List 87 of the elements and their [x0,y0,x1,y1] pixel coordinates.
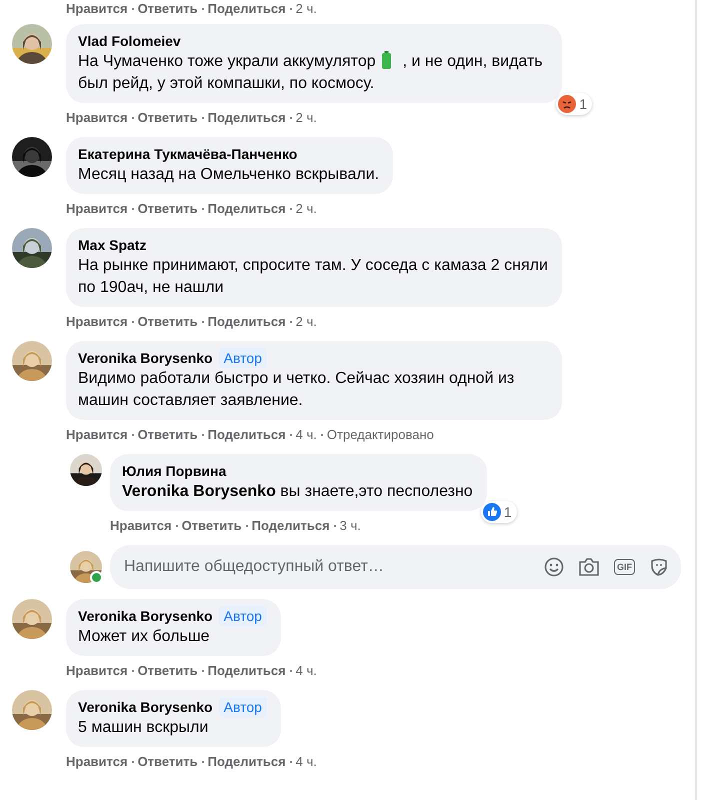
sticker-icon[interactable] [649,557,669,577]
share-link[interactable]: Поделиться [208,109,286,127]
reaction-count: 1 [579,96,587,112]
separator-dot [202,434,204,436]
like-link[interactable]: Нравится [66,426,128,444]
timestamp[interactable]: 4 ч. [296,753,317,771]
timestamp[interactable]: 2 ч. [296,0,317,18]
reply-link[interactable]: Ответить [138,109,198,127]
comment-text: На Чумаченко тоже украли аккумулятор , и не один, видать был рейд, у этой компашки, по космосу. [78,51,544,94]
reply-link[interactable]: Ответить [182,517,242,535]
separator-dot [132,434,134,436]
reply-link[interactable]: Ответить [138,753,198,771]
share-link[interactable]: Поделиться [252,517,330,535]
separator-dot [202,670,204,672]
separator-dot [246,525,248,527]
author-name[interactable]: Veronika Borysenko [78,606,213,626]
edited-label: Отредактировано [326,426,434,444]
reaction-badge[interactable]: 1 [556,93,592,115]
separator-dot [132,670,134,672]
timestamp[interactable]: 4 ч. [296,426,317,444]
separator-dot [132,761,134,763]
gif-button[interactable]: GIF [614,559,635,575]
separator-dot [290,434,292,436]
reaction-count: 1 [504,504,512,520]
camera-icon[interactable] [578,557,600,577]
separator-dot [202,208,204,210]
comment-text: Может их больше [78,627,211,647]
separator-dot [290,761,292,763]
separator-dot [202,761,204,763]
author-name[interactable]: Vlad Folomeiev [78,31,181,51]
reaction-badge[interactable]: 1 [480,501,517,523]
separator-dot [290,321,292,323]
separator-dot [290,8,292,10]
share-link[interactable]: Поделиться [208,0,286,18]
share-link[interactable]: Поделиться [208,753,286,771]
separator-dot [290,208,292,210]
like-link[interactable]: Нравится [66,200,128,218]
reply-link[interactable]: Ответить [138,200,198,218]
like-link[interactable]: Нравится [66,0,128,18]
separator-dot [132,117,134,119]
reply-link[interactable]: Ответить [138,313,198,331]
author-name[interactable]: Екатерина Тукмачёва-Панченко [78,144,298,164]
share-link[interactable]: Поделиться [208,313,286,331]
comment-text: Месяц назад на Омельченко вскрывали. [78,165,380,185]
author-name[interactable]: Veronika Borysenko [78,348,213,368]
author-name[interactable]: Max Spatz [78,235,146,255]
separator-dot [202,8,204,10]
separator-dot [176,525,178,527]
angry-face-icon [558,95,576,113]
like-link[interactable]: Нравится [66,662,128,680]
battery-icon [382,51,391,69]
reply-link[interactable]: Ответить [138,0,198,18]
share-link[interactable]: Поделиться [208,200,286,218]
timestamp[interactable]: 3 ч. [340,517,361,535]
separator-dot [290,117,292,119]
author-name[interactable]: Юлия Порвина [122,461,226,481]
timestamp[interactable]: 4 ч. [296,662,317,680]
emoji-icon[interactable] [544,557,564,577]
comment-text: Veronika Borysenko вы знаете,это песполезно [122,482,473,502]
author-badge: Автор [218,697,267,717]
like-link[interactable]: Нравится [66,313,128,331]
author-badge: Автор [218,348,267,368]
like-link[interactable]: Нравится [66,753,128,771]
separator-dot [202,117,204,119]
comment-text: Видимо работали быстро и четко. Сейчас хозяин одной из машин составляет заявление. [78,369,516,411]
reply-link[interactable]: Ответить [138,426,198,444]
author-badge: Автор [218,606,267,626]
reply-field[interactable]: Напишите общедоступный ответ… GIF [110,545,681,589]
separator-dot [202,321,204,323]
separator-dot [320,434,323,436]
separator-dot [132,208,134,210]
separator-dot [290,670,292,672]
separator-dot [132,321,134,323]
timestamp[interactable]: 2 ч. [296,200,317,218]
share-link[interactable]: Поделиться [208,426,286,444]
thumbs-up-icon [482,503,501,521]
reply-link[interactable]: Ответить [138,662,198,680]
like-link[interactable]: Нравится [66,109,128,127]
separator-dot [334,525,336,527]
comment-text: На рынке принимают, спросите там. У соседа с камаза 2 сняли по 190ач, не нашли [78,256,548,298]
author-name[interactable]: Veronika Borysenko [78,697,213,717]
like-link[interactable]: Нравится [110,517,172,535]
comment-text: 5 машин вскрыли [78,718,210,738]
timestamp[interactable]: 2 ч. [296,313,317,331]
separator-dot [132,8,134,10]
share-link[interactable]: Поделиться [208,662,286,680]
timestamp[interactable]: 2 ч. [296,109,317,127]
